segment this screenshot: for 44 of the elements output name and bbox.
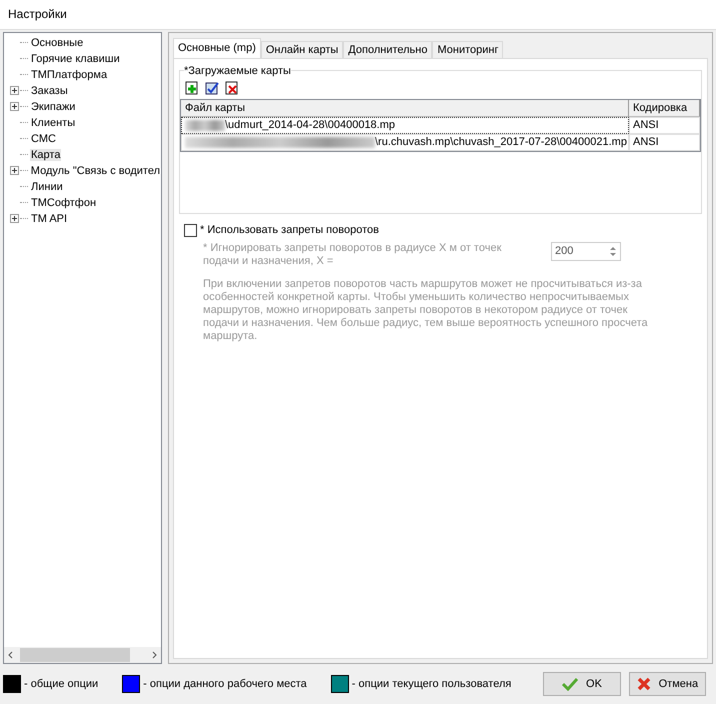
table-cell: ANSI [629, 116, 700, 134]
cancel-button[interactable]: Отмена [628, 672, 706, 696]
edit-icon[interactable] [205, 80, 219, 95]
legend-label: - опции текущего пользователя [352, 678, 512, 690]
tree-item[interactable]: Клиенты [30, 116, 76, 129]
radius-label: * Игнорировать запреты поворотов в радиусе X м от точек подачи и назначения, X = [203, 242, 502, 268]
ok-button[interactable]: OK [543, 672, 621, 696]
legend-label: - общие опции [24, 678, 98, 690]
tab[interactable]: Дополнительно [343, 40, 432, 58]
delete-icon[interactable] [225, 80, 239, 95]
tree-item[interactable]: СМС [30, 132, 57, 145]
radius-spinbox[interactable]: 200 [551, 242, 621, 261]
tree-item[interactable]: Линии [30, 180, 64, 193]
horizontal-scrollbar[interactable] [4, 647, 161, 663]
add-icon[interactable] [185, 80, 199, 95]
tree-item[interactable]: Карта [30, 148, 62, 161]
column-header[interactable]: Кодировка [629, 100, 700, 117]
window-title: Настройки [0, 0, 716, 30]
tree-item[interactable]: Горячие клавиши [30, 52, 121, 65]
checkbox[interactable] [184, 224, 197, 237]
tree-item[interactable]: Модуль "Связь с водител [30, 164, 161, 177]
expand-icon[interactable] [10, 214, 19, 224]
help-text: При включении запретов поворотов часть маршрутов может не просчитываться из-за особенностей конкретной карты. Чтобы уменьшить количество непросчитываемых маршрутов, можно игнорировать запреты поворотов в некотором радиусе от точек подачи и назначения. Чем больше радиус, тем выше вероятность успешного просчета маршрута. [203, 278, 649, 343]
expand-icon[interactable] [10, 166, 19, 176]
expand-icon[interactable] [10, 86, 19, 96]
tab[interactable]: Основные (mp) [173, 38, 261, 58]
tree-item[interactable]: Заказы [30, 84, 69, 97]
tree-item[interactable]: Экипажи [30, 100, 76, 113]
checkbox-label: * Использовать запреты поворотов [200, 224, 379, 236]
table-cell: ANSI [629, 134, 700, 151]
legend-label: - опции данного рабочего места [143, 678, 307, 690]
tree-item[interactable]: ТМСофтфон [30, 196, 98, 209]
expand-icon[interactable] [10, 102, 19, 112]
table-cell[interactable]: \udmurt_2014-04-28\00400018.mp [181, 116, 629, 134]
tree-item[interactable]: TM API [30, 212, 68, 225]
tab[interactable]: Мониторинг [432, 40, 504, 58]
check-icon [562, 677, 578, 691]
tree-item[interactable]: Основные [30, 36, 84, 49]
tree-item[interactable]: ТМПлатформа [30, 68, 108, 81]
table-cell[interactable]: \ru.chuvash.mp\chuvash_2017-07-28\00400021.mp [181, 134, 629, 151]
close-icon [636, 677, 651, 691]
group-title: *Загружаемые карты [184, 64, 291, 77]
tab[interactable]: Онлайн карты [260, 40, 344, 58]
column-header[interactable]: Файл карты [181, 100, 629, 117]
